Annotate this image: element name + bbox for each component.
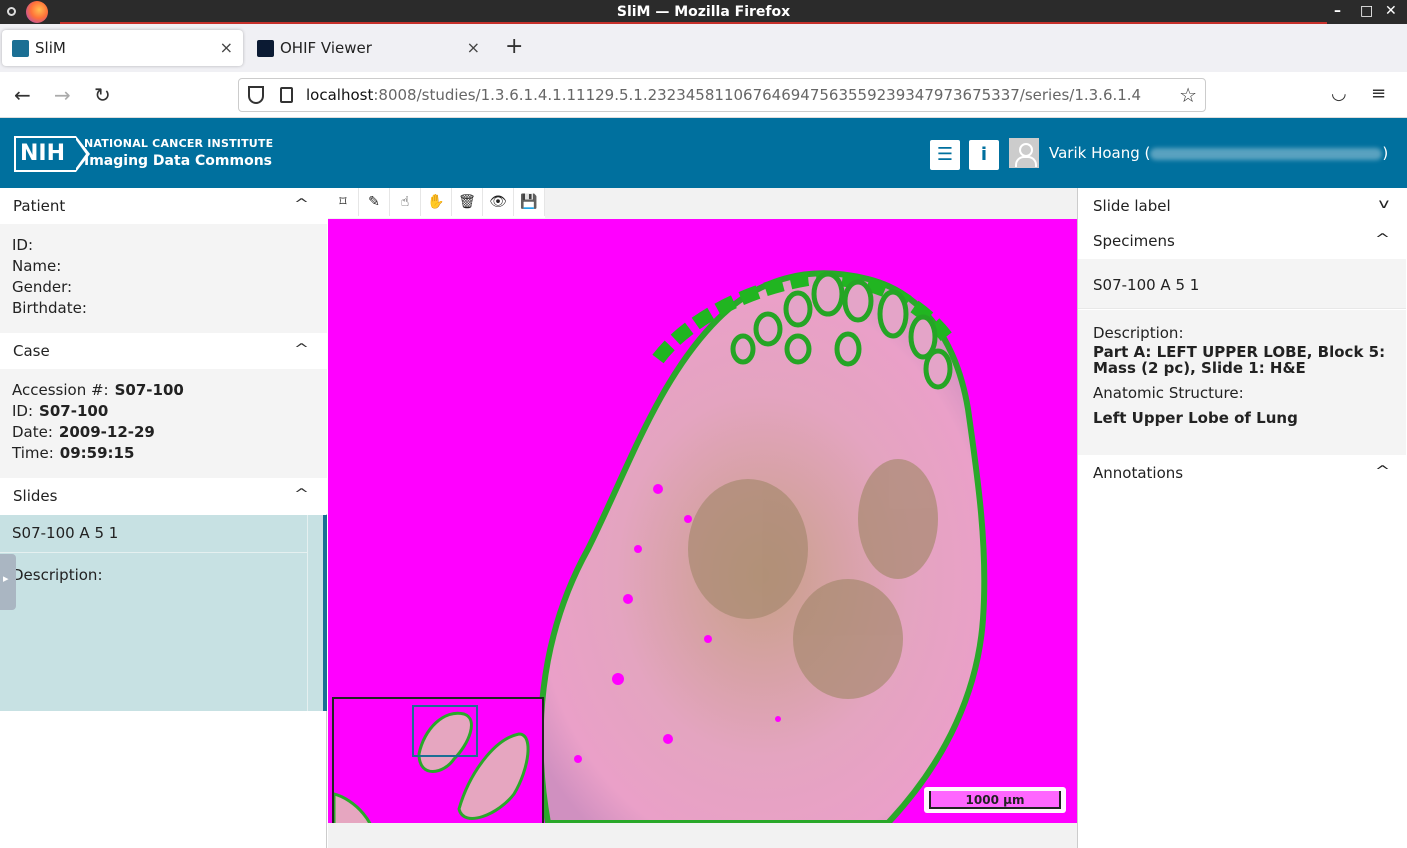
trash-icon[interactable]: 🗑 bbox=[452, 188, 483, 216]
date-row: Date: 2009-12-29 bbox=[12, 423, 155, 441]
annotations-header[interactable]: Annotations ^ bbox=[1078, 455, 1407, 491]
scale-bar-label: 1000 µm bbox=[929, 791, 1061, 809]
case-section-body: Accession #: S07-100 ID: S07-100 Date: 2009… bbox=[0, 369, 327, 478]
draw-roi-icon[interactable]: ⌑ bbox=[328, 188, 359, 216]
ohif-favicon-icon bbox=[257, 39, 274, 57]
window-title: SliM — Mozilla Firefox bbox=[616, 4, 791, 20]
left-panel: Patient ^ ID: Name: Gender: Birthdate: C… bbox=[0, 188, 327, 848]
slide-label-header[interactable]: Slide label v bbox=[1078, 188, 1407, 224]
menu-icon[interactable]: ≡ bbox=[1371, 83, 1386, 104]
specimens-header[interactable]: Specimens ^ bbox=[1078, 223, 1407, 259]
slide-selected-indicator bbox=[323, 515, 327, 711]
slide-description: Description: bbox=[12, 566, 103, 584]
shield-icon[interactable] bbox=[248, 86, 264, 104]
pocket-icon[interactable]: ◡ bbox=[1331, 83, 1347, 104]
app-header: NIH NATIONAL CANCER INSTITUTE Imaging Da… bbox=[0, 118, 1407, 188]
slide-list: S07-100 A 5 1 Description: bbox=[0, 515, 323, 711]
case-section-header[interactable]: Case ^ bbox=[0, 333, 327, 369]
chevron-up-icon[interactable]: ^ bbox=[294, 342, 309, 357]
list-button[interactable]: ☰ bbox=[930, 140, 960, 170]
reload-button[interactable]: ↻ bbox=[94, 83, 111, 107]
maximize-icon[interactable]: □ bbox=[1360, 3, 1373, 19]
right-panel: Slide label v Specimens ^ S07-100 A 5 1 … bbox=[1077, 188, 1407, 848]
patient-birthdate-row: Birthdate: bbox=[12, 299, 87, 317]
viewer-toolbar: ⌑ ✎ ☝ ✋ 🗑 👁 💾 bbox=[328, 188, 545, 218]
chevron-up-icon[interactable]: ^ bbox=[1375, 464, 1390, 479]
slide-viewer: ⌑ ✎ ☝ ✋ 🗑 👁 💾 1000 µm bbox=[328, 188, 1077, 848]
save-icon[interactable]: 💾 bbox=[514, 188, 545, 216]
annotations-title: Annotations bbox=[1093, 464, 1184, 482]
user-name[interactable]: Varik Hoang () bbox=[1049, 144, 1388, 162]
nih-logo: NIH bbox=[14, 136, 90, 172]
measure-icon[interactable]: ✎ bbox=[359, 188, 390, 216]
patient-name-row: Name: bbox=[12, 257, 62, 275]
patient-section-body: ID: Name: Gender: Birthdate: bbox=[0, 224, 327, 333]
case-title: Case bbox=[13, 342, 50, 360]
tab-ohif-viewer[interactable]: OHIF Viewer × bbox=[247, 30, 490, 66]
brand-line-1: NATIONAL CANCER INSTITUTE bbox=[84, 137, 274, 150]
slim-favicon-icon bbox=[12, 39, 29, 57]
scale-bar: 1000 µm bbox=[924, 787, 1066, 813]
description-value: Part A: LEFT UPPER LOBE, Block 5: Mass (… bbox=[1093, 343, 1386, 377]
tab-label: OHIF Viewer bbox=[280, 39, 372, 57]
specimen-item[interactable]: S07-100 A 5 1 bbox=[1078, 259, 1406, 309]
window-titlebar: SliM — Mozilla Firefox – □ ✕ bbox=[0, 0, 1407, 24]
back-button[interactable]: ← bbox=[14, 83, 31, 107]
patient-section-header[interactable]: Patient ^ bbox=[0, 188, 327, 224]
eye-icon[interactable]: 👁 bbox=[483, 188, 514, 216]
redacted-email bbox=[1150, 147, 1383, 160]
pan-icon[interactable]: ✋ bbox=[421, 188, 452, 216]
tab-slim[interactable]: SliM × bbox=[2, 30, 243, 66]
url-bar[interactable]: localhost:8008/studies/1.3.6.1.4.1.11129… bbox=[238, 78, 1206, 112]
close-tab-icon[interactable]: × bbox=[220, 38, 233, 57]
select-icon[interactable]: ☝ bbox=[390, 188, 421, 216]
slide-divider bbox=[307, 515, 308, 711]
slides-title: Slides bbox=[13, 487, 58, 505]
minimize-icon[interactable]: – bbox=[1334, 3, 1341, 19]
close-window-icon[interactable]: ✕ bbox=[1385, 3, 1397, 19]
viewer-footer bbox=[328, 823, 1077, 848]
overview-map[interactable] bbox=[332, 697, 544, 823]
patient-title: Patient bbox=[13, 197, 66, 215]
close-tab-icon[interactable]: × bbox=[467, 38, 480, 57]
slides-section-header[interactable]: Slides ^ bbox=[0, 478, 327, 514]
drawer-handle[interactable] bbox=[0, 554, 16, 610]
chevron-up-icon[interactable]: ^ bbox=[294, 487, 309, 502]
patient-gender-row: Gender: bbox=[12, 278, 73, 296]
description-label: Description: bbox=[1093, 324, 1184, 342]
url-text[interactable]: localhost:8008/studies/1.3.6.1.4.1.11129… bbox=[306, 86, 1141, 104]
tab-bar: SliM × OHIF Viewer × + bbox=[0, 24, 1407, 72]
specimen-details: Description: Part A: LEFT UPPER LOBE, Bl… bbox=[1078, 310, 1406, 456]
accession-row: Accession #: S07-100 bbox=[12, 381, 184, 399]
patient-id-row: ID: bbox=[12, 236, 34, 254]
case-id-row: ID: S07-100 bbox=[12, 402, 109, 420]
forward-button[interactable]: → bbox=[54, 83, 71, 107]
overview-viewport-frame[interactable] bbox=[412, 705, 478, 757]
slide-label-title: Slide label bbox=[1093, 197, 1171, 215]
navigation-bar: ← → ↻ localhost:8008/studies/1.3.6.1.4.1… bbox=[0, 72, 1407, 118]
chevron-down-icon[interactable]: v bbox=[1379, 197, 1390, 212]
info-button[interactable]: i bbox=[969, 140, 999, 170]
specimens-title: Specimens bbox=[1093, 232, 1175, 250]
chevron-up-icon[interactable]: ^ bbox=[1375, 232, 1390, 247]
user-avatar-icon[interactable] bbox=[1009, 138, 1039, 168]
page-icon[interactable] bbox=[280, 87, 293, 103]
slide-item[interactable]: S07-100 A 5 1 bbox=[0, 515, 307, 553]
chevron-up-icon[interactable]: ^ bbox=[294, 197, 309, 212]
brand-line-2: Imaging Data Commons bbox=[84, 153, 272, 169]
tab-label: SliM bbox=[35, 39, 66, 57]
time-row: Time: 09:59:15 bbox=[12, 444, 135, 462]
anatomic-structure-value: Left Upper Lobe of Lung bbox=[1093, 409, 1298, 427]
new-tab-button[interactable]: + bbox=[505, 34, 523, 59]
bookmark-star-icon[interactable]: ☆ bbox=[1179, 83, 1197, 107]
slide-canvas[interactable]: 1000 µm bbox=[328, 219, 1077, 823]
anatomic-structure-label: Anatomic Structure: bbox=[1093, 384, 1244, 402]
